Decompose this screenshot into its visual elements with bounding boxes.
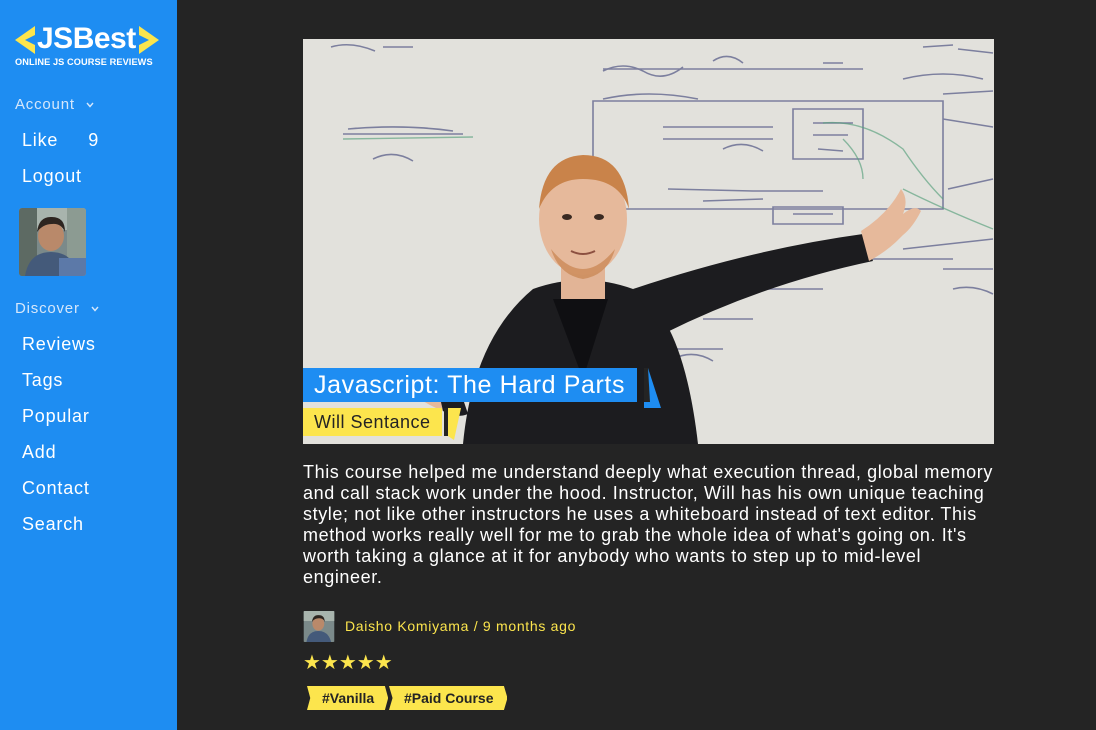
logout-link[interactable]: Logout xyxy=(22,166,82,187)
like-link[interactable]: Like 9 xyxy=(22,130,99,151)
title-ribbon-tail xyxy=(644,368,661,408)
site-logo[interactable]: JSBest ONLINE JS COURSE REVIEWS xyxy=(15,22,160,69)
tag-vanilla[interactable]: #Vanilla xyxy=(307,686,389,710)
course-author[interactable]: Will Sentance xyxy=(303,408,442,436)
main-content: Javascript: The Hard Parts Will Sentance… xyxy=(177,0,1096,730)
star-rating: ★★★★★ xyxy=(303,652,393,674)
reviewer-name[interactable]: Daisho Komiyama xyxy=(345,618,469,634)
nav-popular[interactable]: Popular xyxy=(22,406,90,427)
user-avatar[interactable] xyxy=(19,208,86,276)
logo-tagline: ONLINE JS COURSE REVIEWS xyxy=(15,57,153,67)
chevron-down-icon xyxy=(86,102,94,108)
tag-label: #Paid Course xyxy=(404,690,494,706)
nav-add[interactable]: Add xyxy=(22,442,56,463)
review-text: This course helped me understand deeply … xyxy=(303,462,993,587)
chevron-down-icon xyxy=(91,306,99,312)
discover-section-toggle[interactable]: Discover xyxy=(15,300,100,317)
logo-chevron-left-icon xyxy=(15,26,35,54)
tag-label: #Vanilla xyxy=(322,690,375,706)
discover-section-label: Discover xyxy=(15,300,80,317)
nav-tags[interactable]: Tags xyxy=(22,370,63,391)
like-count: 9 xyxy=(88,130,100,150)
review-date: 9 months ago xyxy=(482,618,577,634)
account-section-label: Account xyxy=(15,96,75,113)
author-ribbon-tail xyxy=(444,408,461,440)
nav-search[interactable]: Search xyxy=(22,514,84,535)
account-section-toggle[interactable]: Account xyxy=(15,96,95,113)
tag-paid-course[interactable]: #Paid Course xyxy=(389,686,508,710)
course-title[interactable]: Javascript: The Hard Parts xyxy=(303,368,638,402)
nav-reviews[interactable]: Reviews xyxy=(22,334,96,355)
review-meta: Daisho Komiyama / 9 months ago xyxy=(303,610,576,642)
sidebar: JSBest ONLINE JS COURSE REVIEWS Account … xyxy=(0,0,177,730)
reviewer-avatar[interactable] xyxy=(303,610,335,642)
meta-separator: / xyxy=(473,618,479,634)
logo-chevron-right-icon xyxy=(139,26,159,54)
like-label: Like xyxy=(22,130,59,150)
nav-contact[interactable]: Contact xyxy=(22,478,90,499)
logo-wordmark: JSBest xyxy=(37,22,136,55)
